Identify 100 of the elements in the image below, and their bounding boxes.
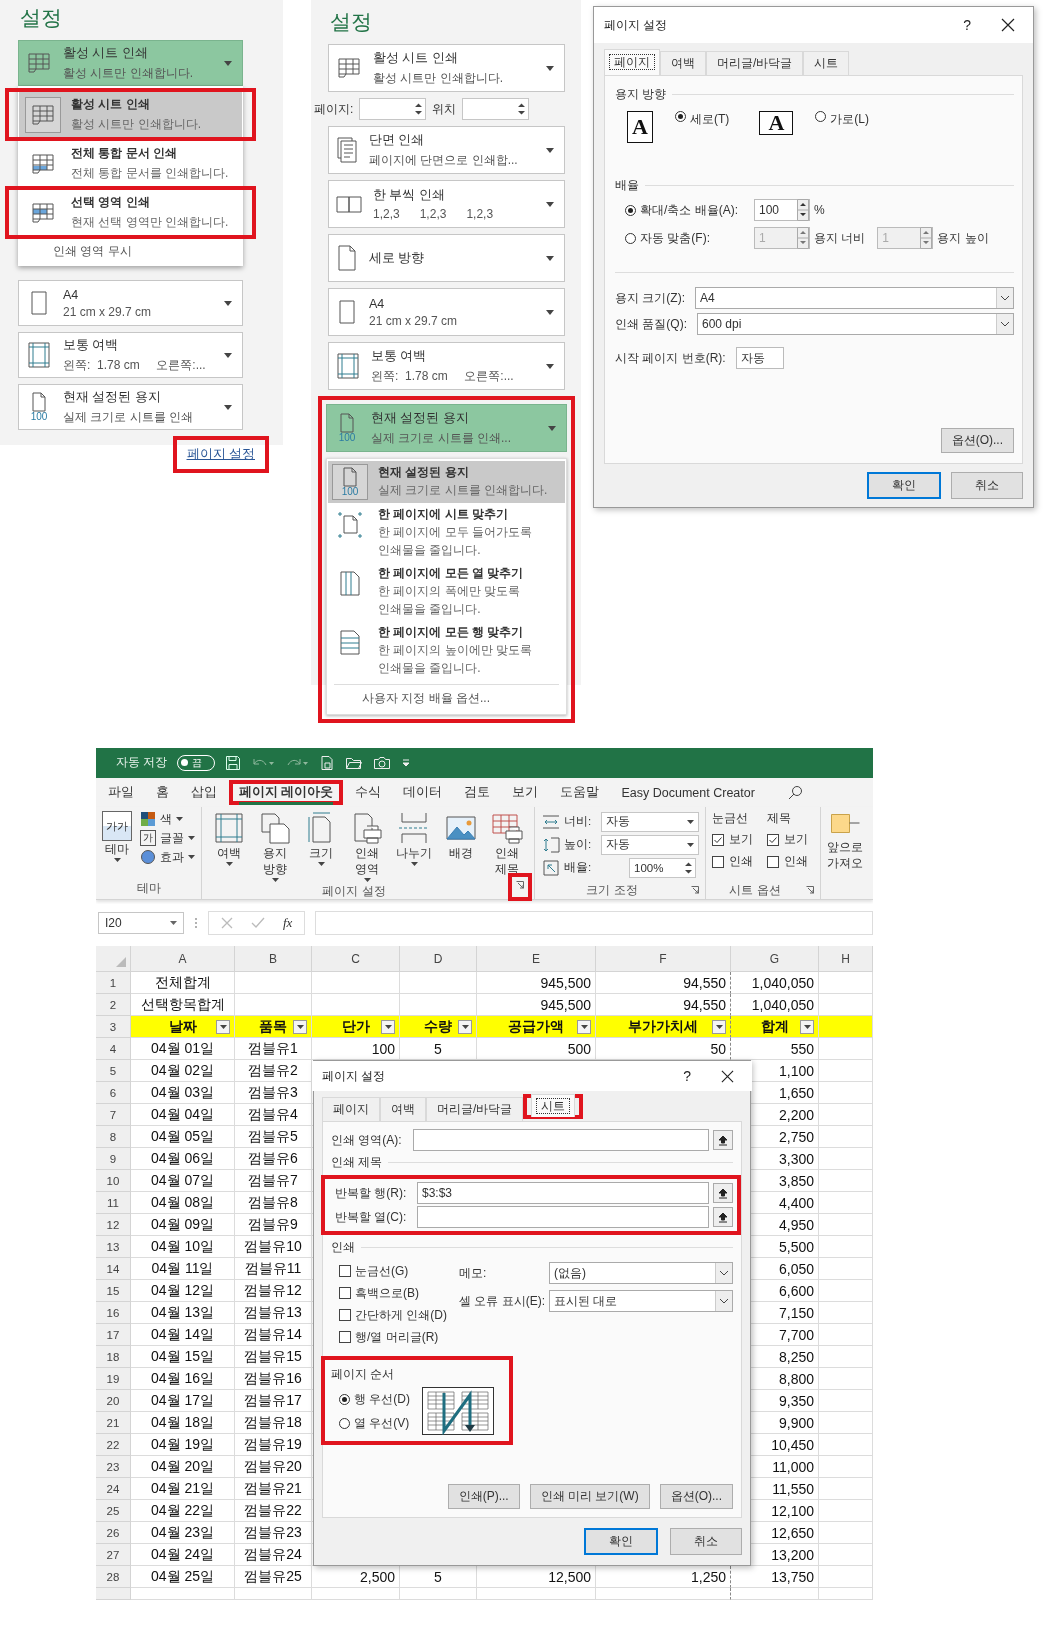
row-header[interactable]: 17 (96, 1324, 131, 1346)
filter-button[interactable] (800, 1019, 814, 1034)
ribbon-tab[interactable]: 삽입 (191, 781, 217, 804)
dialog-button[interactable]: 취소 (670, 1528, 742, 1555)
input-field[interactable]: 자동 (735, 347, 784, 369)
row-header[interactable]: 5 (96, 1060, 131, 1082)
ribbon-tab[interactable]: Easy Document Creator (621, 782, 755, 803)
dialog-button[interactable]: 인쇄(P)... (447, 1484, 520, 1509)
close-icon[interactable] (721, 1069, 734, 1083)
scaling-dropdown[interactable]: 100 현재 설정된 용지 실제 크기로 시트를 인쇄... (326, 404, 567, 452)
radio-button[interactable] (625, 204, 636, 216)
column-header[interactable]: D (400, 946, 477, 972)
setting-dropdown[interactable]: 세로 방향 (328, 234, 565, 282)
select-field[interactable]: 자동 (601, 811, 699, 832)
select-field[interactable]: (없음) (549, 1262, 733, 1284)
options-button[interactable]: 옵션(O)... (940, 428, 1014, 453)
ribbon-button[interactable]: 가 글꼴 (140, 830, 195, 847)
select-field[interactable]: 표시된 대로 (549, 1290, 733, 1312)
ribbon-button[interactable]: 색 (140, 811, 195, 828)
filter-button[interactable] (712, 1019, 726, 1034)
row-header[interactable]: 23 (96, 1456, 131, 1478)
select-field[interactable]: A4 (695, 287, 1014, 309)
input-field[interactable] (417, 1206, 709, 1228)
ribbon-tab[interactable]: 검토 (464, 781, 491, 804)
document-icon[interactable] (319, 754, 336, 771)
column-header[interactable]: F (596, 946, 731, 972)
dialog-tab[interactable]: 시트 (531, 1093, 576, 1117)
ribbon-button[interactable]: 용지 방향 (258, 811, 292, 883)
row-header[interactable]: 4 (96, 1038, 131, 1060)
ribbon-button[interactable]: 여백 (212, 811, 246, 883)
row-header[interactable]: 22 (96, 1434, 131, 1456)
row-header[interactable]: 16 (96, 1302, 131, 1324)
menu-item[interactable]: 한 페이지에 시트 맞추기 한 페이지에 모두 들어가도록 인쇄물을 줄입니다. (328, 503, 565, 562)
radio-button[interactable] (815, 111, 827, 122)
row-header[interactable]: 25 (96, 1500, 131, 1522)
menu-item[interactable]: 인쇄 영역 무시 (19, 239, 242, 262)
filter-button[interactable] (216, 1019, 230, 1034)
customize-caret-icon[interactable] (401, 757, 412, 768)
menu-item[interactable]: 한 페이지에 모든 행 맞추기 한 페이지의 높이에만 맞도록 인쇄물을 줄입니다. (328, 621, 565, 680)
dialog-launcher-icon[interactable] (516, 881, 524, 890)
row-header[interactable]: 8 (96, 1126, 131, 1148)
ribbon-tab[interactable]: 도움말 (560, 781, 600, 804)
filter-button[interactable] (458, 1019, 472, 1034)
ribbon-button[interactable]: 배경 (444, 811, 478, 883)
row-header[interactable]: 1 (96, 972, 131, 994)
collapse-dialog-button[interactable] (713, 1130, 733, 1150)
checkbox[interactable] (712, 833, 724, 846)
print-what-dropdown[interactable]: 활성 시트 인쇄 활성 시트만 인쇄합니다. (18, 40, 243, 86)
dialog-tab[interactable]: 여백 (380, 1097, 426, 1121)
camera-icon[interactable] (373, 754, 392, 771)
dialog-tab[interactable]: 여백 (660, 51, 706, 75)
row-header[interactable]: 24 (96, 1478, 131, 1500)
input-field[interactable]: $3:$3 (417, 1182, 709, 1204)
help-button[interactable]: ? (963, 17, 971, 33)
dialog-tab[interactable]: 머리글/바닥글 (426, 1097, 524, 1121)
checkbox[interactable] (767, 833, 779, 846)
setting-dropdown[interactable]: 100 현재 설정된 용지 실제 크기로 시트를 인쇄 (18, 384, 243, 430)
radio-button[interactable] (625, 232, 636, 244)
column-header[interactable]: A (131, 946, 235, 972)
setting-dropdown[interactable]: A4 21 cm x 29.7 cm (18, 280, 243, 326)
row-header[interactable]: 21 (96, 1412, 131, 1434)
menu-item[interactable]: 사용자 지정 배율 옵션... (334, 684, 559, 710)
ribbon-tab[interactable]: 보기 (512, 781, 539, 804)
row-header[interactable]: 13 (96, 1236, 131, 1258)
dialog-button[interactable]: 확인 (584, 1528, 658, 1555)
percent-spinbox[interactable]: 100 (754, 199, 810, 221)
row-header[interactable]: 2 (96, 994, 131, 1016)
setting-dropdown[interactable]: 단면 인쇄 페이지에 단면으로 인쇄합... (328, 126, 565, 174)
dialog-button[interactable]: 확인 (867, 472, 941, 499)
dialog-tab[interactable]: 시트 (803, 51, 850, 75)
checkbox[interactable] (339, 1331, 351, 1343)
row-header[interactable]: 26 (96, 1522, 131, 1544)
row-header[interactable]: 15 (96, 1280, 131, 1302)
ribbon-tab[interactable]: 데이터 (403, 781, 443, 804)
select-field[interactable]: 600 dpi (697, 313, 1014, 335)
filter-button[interactable] (577, 1019, 591, 1034)
collapse-dialog-button[interactable] (713, 1183, 733, 1203)
setting-dropdown[interactable]: A4 21 cm x 29.7 cm (328, 288, 565, 336)
enter-check-icon[interactable] (251, 917, 265, 930)
name-box[interactable]: I20 (98, 912, 184, 935)
column-header[interactable]: H (819, 946, 873, 972)
themes-button[interactable]: 가가 테마 (102, 811, 132, 882)
radio-button[interactable] (675, 111, 686, 122)
ribbon-button[interactable]: 인쇄 영역 (350, 811, 384, 883)
column-header[interactable]: G (731, 946, 819, 972)
dialog-tab[interactable]: 페이지 (604, 49, 660, 75)
setting-dropdown[interactable]: 한 부씩 인쇄 1,2,3 1,2,3 1,2,3 (328, 180, 565, 228)
dialog-button[interactable]: 옵션(O)... (659, 1484, 733, 1509)
ribbon-button[interactable]: 인쇄 제목 (490, 811, 524, 883)
filter-button[interactable] (381, 1019, 395, 1034)
row-header[interactable]: 6 (96, 1082, 131, 1104)
dialog-launcher-icon[interactable] (806, 886, 814, 895)
row-header[interactable]: 27 (96, 1544, 131, 1566)
dialog-button[interactable]: 인쇄 미리 보기(W) (529, 1484, 650, 1509)
row-header[interactable]: 20 (96, 1390, 131, 1412)
ribbon-tab[interactable]: 홈 (156, 781, 169, 804)
checkbox[interactable] (339, 1309, 351, 1321)
row-header[interactable]: 14 (96, 1258, 131, 1280)
dialog-button[interactable]: 취소 (951, 472, 1023, 499)
radio-button[interactable] (339, 1393, 350, 1405)
